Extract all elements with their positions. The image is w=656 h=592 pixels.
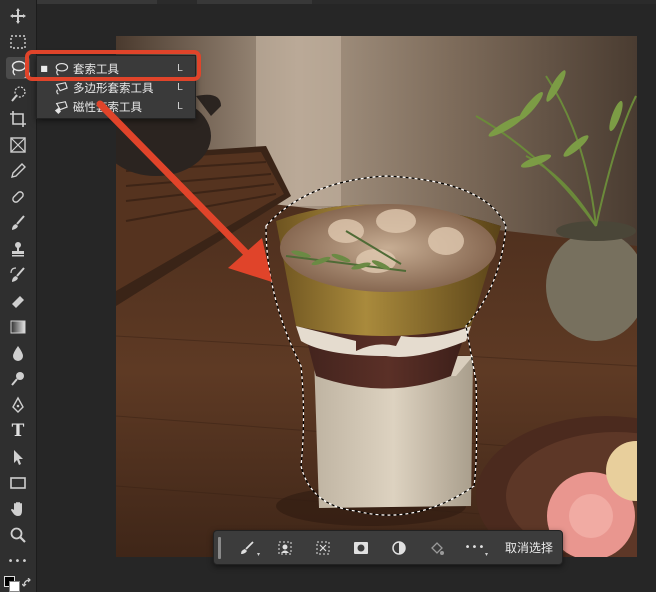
transform-selection-icon	[316, 541, 330, 554]
healing-brush-tool[interactable]	[6, 186, 30, 208]
blur-icon	[13, 346, 23, 361]
gradient-tool[interactable]	[6, 316, 30, 338]
color-swatches[interactable]	[4, 574, 34, 592]
contextual-task-bar: ▾ ••• ▾ 取消选择	[213, 530, 563, 565]
fill-selection-button[interactable]	[421, 535, 453, 561]
blur-tool[interactable]	[6, 342, 30, 364]
zoom-icon	[10, 527, 26, 543]
gradient-icon	[10, 320, 26, 334]
pen-tool[interactable]	[6, 394, 30, 416]
refine-brush-button[interactable]: ▾	[231, 535, 263, 561]
shape-tool[interactable]	[6, 472, 30, 494]
flyout-item-shortcut: L	[177, 101, 183, 112]
transform-selection-button[interactable]	[307, 535, 339, 561]
clone-stamp-icon	[12, 242, 24, 257]
refine-brush-icon	[241, 540, 254, 554]
mask-button[interactable]	[345, 535, 377, 561]
dropdown-indicator: ▾	[256, 550, 260, 558]
quick-selection-tool[interactable]	[6, 83, 30, 105]
magnetic-lasso-icon	[51, 99, 71, 115]
deselect-button[interactable]: 取消选择	[497, 539, 561, 556]
type-icon: T	[11, 421, 25, 441]
path-selection-tool[interactable]	[6, 446, 30, 468]
eyedropper-icon	[11, 163, 26, 178]
fill-selection-icon	[431, 541, 444, 555]
background-color[interactable]	[9, 581, 20, 592]
hand-tool[interactable]	[6, 498, 30, 520]
tools-panel: T •••	[0, 0, 37, 592]
rectangle-shape-icon	[10, 477, 26, 489]
brush-icon	[12, 215, 25, 230]
zoom-tool[interactable]	[6, 524, 30, 546]
more-options-button[interactable]: ••• ▾	[459, 535, 491, 561]
crop-tool[interactable]	[6, 108, 30, 130]
history-brush-tool[interactable]	[6, 264, 30, 286]
flyout-item-label: 多边形套索工具	[73, 80, 154, 95]
path-selection-icon	[14, 450, 23, 465]
dodge-tool[interactable]	[6, 368, 30, 390]
eraser-tool[interactable]	[6, 290, 30, 312]
highlight-annotation-box	[25, 50, 201, 81]
brush-tool[interactable]	[6, 212, 30, 234]
eyedropper-tool[interactable]	[6, 160, 30, 182]
invert-selection-button[interactable]	[383, 535, 415, 561]
polygonal-lasso-icon	[51, 80, 71, 96]
mask-icon	[354, 541, 368, 554]
healing-brush-icon	[12, 191, 24, 203]
move-tool[interactable]	[6, 5, 30, 27]
hand-icon	[11, 502, 22, 516]
type-tool[interactable]: T	[6, 420, 30, 442]
flyout-item-shortcut: L	[177, 82, 183, 93]
invert-selection-icon	[392, 540, 406, 555]
more-tools-icon: •••	[7, 555, 29, 567]
select-subject-button[interactable]	[269, 535, 301, 561]
dodge-icon	[11, 372, 24, 386]
move-icon	[10, 8, 26, 24]
rectangular-marquee-icon	[10, 35, 26, 49]
edit-toolbar-button[interactable]: •••	[6, 550, 30, 572]
eraser-icon	[12, 296, 24, 308]
more-options-icon: •••	[464, 542, 486, 553]
clone-stamp-tool[interactable]	[6, 238, 30, 260]
marquee-tool[interactable]	[6, 31, 30, 53]
flyout-item-label: 磁性套索工具	[73, 99, 142, 114]
pen-icon	[12, 396, 24, 413]
flyout-item-magnetic-lasso[interactable]: 磁性套索工具 L	[37, 97, 195, 116]
drag-handle[interactable]	[218, 536, 221, 559]
history-brush-icon	[10, 267, 25, 282]
crop-icon	[10, 111, 26, 127]
dropdown-indicator: ▾	[484, 550, 488, 558]
swap-colors-icon[interactable]	[22, 578, 32, 588]
frame-tool[interactable]	[6, 134, 30, 156]
quick-selection-icon	[11, 86, 26, 102]
select-subject-icon	[278, 541, 292, 554]
frame-icon	[10, 137, 26, 153]
